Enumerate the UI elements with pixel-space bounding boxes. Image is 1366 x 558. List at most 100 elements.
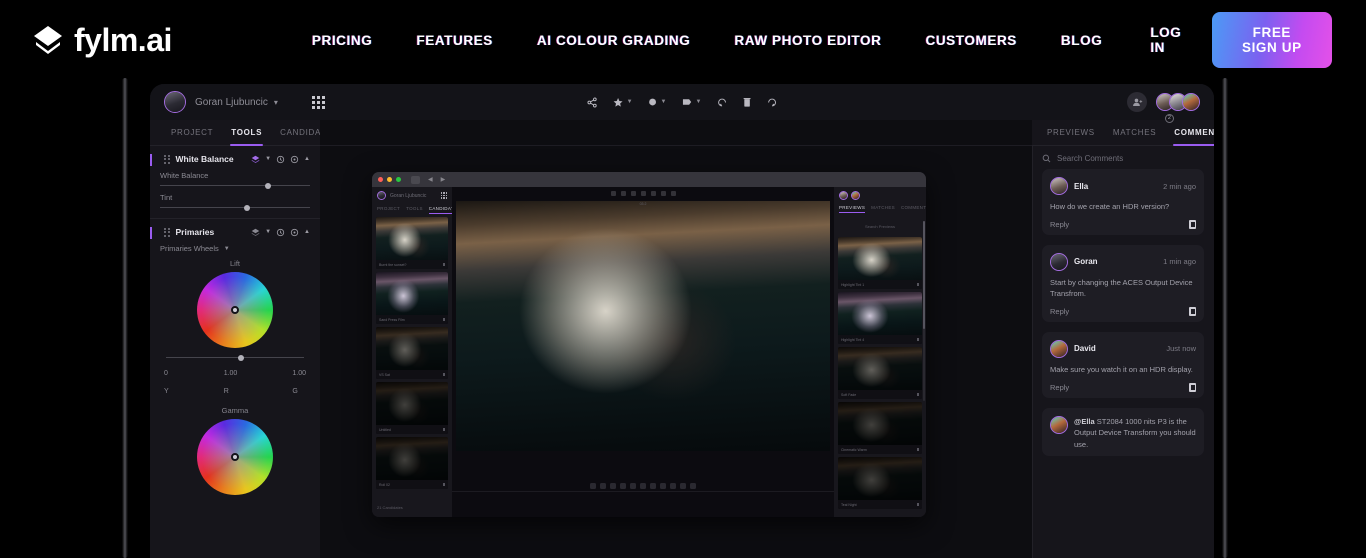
chevron-down-icon[interactable]: ▼ [224,246,230,252]
wheel-disc[interactable] [197,272,273,348]
thumbnail-item[interactable]: VS Sat [376,327,448,379]
control-icon[interactable] [690,483,696,489]
inner-search-row[interactable]: Search Previews [834,213,926,234]
toolbar-icon[interactable] [630,190,636,196]
window-zoom-icon[interactable] [396,177,401,182]
scrollbar-thumb[interactable] [923,221,925,329]
app-grid-icon[interactable] [440,192,447,199]
toolbar-icon[interactable] [640,190,646,196]
nav-item-blog[interactable]: BLOG [1039,33,1124,48]
reply-button[interactable]: Reply [1050,383,1069,392]
more-icon[interactable] [443,318,445,321]
more-icon[interactable] [443,263,445,266]
chevron-down-icon[interactable]: ▾ [274,98,278,107]
inner-avatar[interactable] [851,190,860,200]
trash-icon[interactable] [1189,219,1196,229]
comment-avatar[interactable] [1050,177,1068,195]
control-icon[interactable] [620,483,626,489]
add-people-icon[interactable] [1127,92,1147,112]
more-icon[interactable] [443,428,445,431]
wheel-disc[interactable] [197,419,273,495]
comment-item[interactable]: David Just now Make sure you watch it on… [1042,331,1204,398]
comment-item[interactable]: Goran 1 min ago Start by changing the AC… [1042,244,1204,322]
inner-tab-previews[interactable]: PREVIEWS [839,205,866,213]
comments-search[interactable]: Search Comments [1032,146,1214,169]
thumbnail-item[interactable]: Sand Press Film [376,272,448,324]
slider-knob[interactable] [265,182,271,189]
layers-icon[interactable] [251,155,260,164]
chevron-up-icon[interactable]: ▲ [304,156,310,162]
wheel-handle[interactable] [231,453,239,461]
more-icon[interactable] [917,283,919,286]
user-avatar[interactable] [164,91,186,113]
chevron-down-icon[interactable]: ▼ [265,156,271,162]
undo-icon[interactable] [716,97,727,108]
tab-comments[interactable]: COMMENTS [1165,120,1214,146]
control-icon[interactable] [670,483,676,489]
layers-icon[interactable] [251,228,260,237]
comment-item[interactable]: @Ella ST2084 1000 nits P3 is the Output … [1042,407,1204,457]
drag-handle-icon[interactable] [164,154,170,164]
toggle-icon[interactable] [290,155,299,164]
login-link[interactable]: LOG IN [1124,25,1211,55]
window-close-icon[interactable] [378,177,383,182]
toolbar-icon[interactable] [620,190,626,196]
drag-handle-icon[interactable] [164,227,170,237]
reply-button[interactable]: Reply [1050,220,1069,229]
nav-item-ai-colour-grading[interactable]: AI COLOUR GRADING [515,33,712,48]
sidebar-toggle-icon[interactable] [411,175,420,184]
color-wheel-lift[interactable]: Lift 0 Y 1.00 R 1.00 G [160,259,310,398]
comment-mention[interactable]: @Ella [1074,417,1095,426]
tab-previews[interactable]: PREVIEWS [1038,120,1104,146]
star-icon[interactable]: ▼ [613,97,633,108]
inner-avatar[interactable] [839,190,848,200]
nav-item-pricing[interactable]: PRICING [290,33,394,48]
thumbnail-item[interactable]: Burnt the sunset? [376,217,448,269]
control-icon[interactable] [650,483,656,489]
circle-icon[interactable]: ▼ [648,97,666,107]
tab-tools[interactable]: TOOLS [222,120,271,146]
inner-user-avatar[interactable] [377,191,386,200]
share-icon[interactable] [587,97,598,108]
color-wheel-gamma[interactable]: Gamma [160,406,310,495]
trash-icon[interactable] [1189,382,1196,392]
control-icon[interactable] [600,483,606,489]
chevron-left-icon[interactable]: ◀ [428,176,433,183]
tab-project[interactable]: PROJECT [162,120,222,146]
preview-item[interactable]: Highlight Tint 1 [838,237,922,289]
comment-avatar[interactable] [1050,252,1068,271]
wheel-master-slider[interactable] [166,354,304,361]
brand-logo[interactable]: fylm.ai [30,22,172,58]
nav-item-raw-photo-editor[interactable]: RAW PHOTO EDITOR [712,33,903,48]
inner-tab-comments[interactable]: COMMENTS [901,205,926,213]
trash-icon[interactable] [1189,306,1196,316]
chevron-down-icon[interactable]: ▼ [695,99,701,105]
control-icon[interactable] [590,483,596,489]
more-icon[interactable] [443,373,445,376]
preview-item[interactable]: Teal Night [838,457,922,509]
slider-tint[interactable]: Tint [160,193,310,211]
reply-button[interactable]: Reply [1050,307,1069,316]
inner-tab-matches[interactable]: MATCHES [871,205,895,213]
control-icon[interactable] [640,483,646,489]
nav-item-customers[interactable]: CUSTOMERS [903,33,1038,48]
window-minimize-icon[interactable] [387,177,392,182]
thumbnail-item[interactable]: Roll 02 [376,437,448,489]
scrollbar-track[interactable] [923,221,925,401]
preview-item[interactable]: Highlight Tint 4 [838,292,922,344]
more-icon[interactable] [443,483,445,486]
wheel-handle[interactable] [231,306,239,314]
preview-item[interactable]: Soft Fade [838,347,922,399]
slider-track[interactable] [160,204,310,211]
primaries-wheels-select[interactable]: Primaries Wheels ▼ [160,244,310,253]
toolbar-icon[interactable] [610,190,616,196]
chevron-right-icon[interactable]: ▶ [441,176,446,183]
toggle-icon[interactable] [290,228,299,237]
tab-matches[interactable]: MATCHES 2 [1104,113,1175,146]
inner-image-viewer[interactable]: 03:2 [456,201,830,451]
more-icon[interactable] [917,338,919,341]
chevron-up-icon[interactable]: ▲ [304,229,310,235]
chevron-down-icon[interactable]: ▼ [265,229,271,235]
flag-icon[interactable]: ▼ [681,97,701,107]
slider-track[interactable] [166,354,304,361]
